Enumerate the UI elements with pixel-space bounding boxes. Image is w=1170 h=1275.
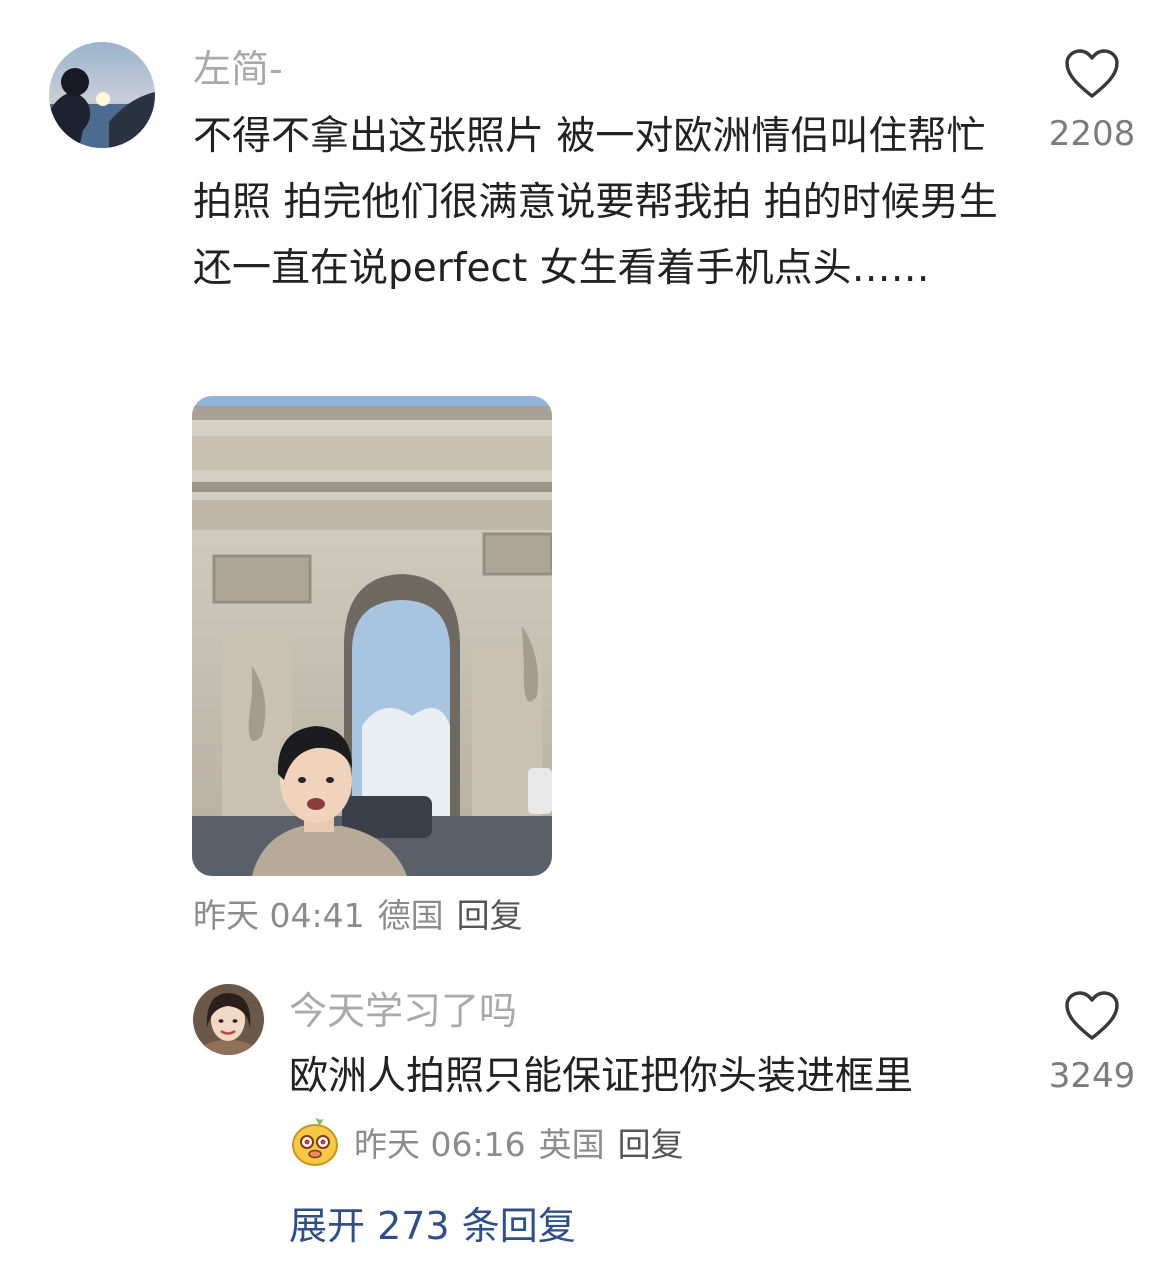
reply-time: 昨天 06:16: [354, 1125, 526, 1164]
replier-username[interactable]: 今天学习了吗: [289, 988, 517, 1034]
expand-replies-button[interactable]: 展开 273 条回复: [289, 1203, 576, 1249]
comment-location: 德国: [377, 896, 444, 935]
heart-outline-icon: [1065, 991, 1119, 1040]
reply-meta: 昨天 06:16 英国 回复: [354, 1125, 697, 1165]
replier-avatar[interactable]: [193, 984, 264, 1055]
reply-like-count: 3249: [1048, 1056, 1136, 1096]
commenter-avatar[interactable]: [49, 42, 155, 148]
reply-reply-button[interactable]: 回复: [618, 1125, 684, 1164]
reply-like-button[interactable]: [1032, 990, 1152, 1046]
heart-outline-icon: [1065, 49, 1119, 98]
comment-like-count: 2208: [1048, 114, 1136, 154]
mascot-sticker-icon: [289, 1115, 341, 1167]
comment-reply-button[interactable]: 回复: [457, 896, 523, 935]
avatar-image: [49, 42, 155, 148]
arc-de-triomphe-photo: [192, 396, 552, 876]
avatar-image: [193, 984, 264, 1055]
comment-photo[interactable]: [192, 396, 552, 876]
comment-like-button[interactable]: [1032, 48, 1152, 104]
reply-location: 英国: [538, 1125, 605, 1164]
comment-text: 不得不拿出这张照片 被一对欧洲情侣叫住帮忙拍照 拍完他们很满意说要帮我拍 拍的时…: [193, 114, 998, 291]
comment-meta: 昨天 04:41 德国 回复: [193, 896, 536, 936]
commenter-username[interactable]: 左简-: [193, 46, 283, 92]
comment-time: 昨天 04:41: [193, 896, 365, 935]
reply-text: 欧洲人拍照只能保证把你头装进框里: [289, 1054, 914, 1099]
